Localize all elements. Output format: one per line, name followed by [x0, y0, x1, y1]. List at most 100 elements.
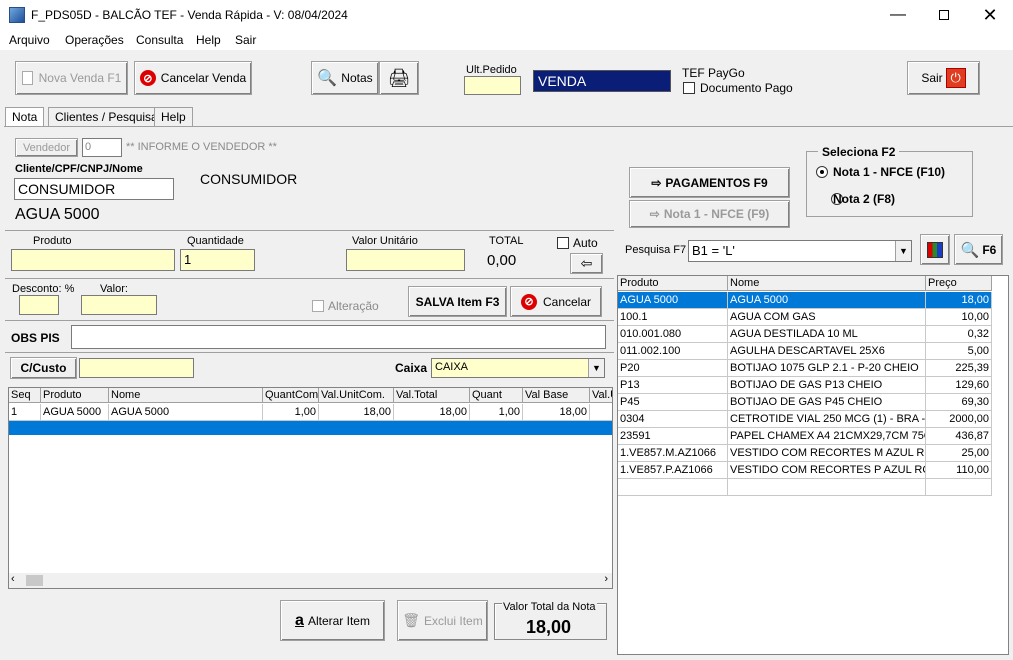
documento-pago-checkbox[interactable] — [683, 82, 695, 94]
vendedor-field[interactable]: 0 — [82, 138, 122, 157]
table-cell[interactable]: 18,00 — [926, 292, 992, 309]
table-cell[interactable]: 0304 — [618, 411, 728, 428]
table-cell[interactable]: VESTIDO COM RECORTES P AZUL RO — [728, 462, 926, 479]
table-cell-empty[interactable] — [728, 479, 926, 496]
table-cell[interactable]: 010.001.080 — [618, 326, 728, 343]
menu-arquivo[interactable]: Arquivo — [9, 33, 50, 47]
table-cell[interactable]: 011.002.100 — [618, 343, 728, 360]
scroll-thumb[interactable] — [26, 575, 43, 586]
table-cell[interactable]: P20 — [618, 360, 728, 377]
chevron-down-icon[interactable]: ▼ — [895, 241, 911, 261]
col-header-nome[interactable]: Nome — [109, 388, 263, 403]
cancelar-item-button[interactable]: ⊘ Cancelar — [510, 286, 602, 317]
valor-unitario-field[interactable] — [346, 249, 465, 271]
table-cell[interactable]: P13 — [618, 377, 728, 394]
caixa-select[interactable]: CAIXA ▼ — [431, 358, 605, 378]
print-button[interactable]: 🖨 — [379, 61, 419, 95]
close-button[interactable]: ✕ — [967, 0, 1013, 30]
cancelar-venda-button[interactable]: ⊘ Cancelar Venda — [134, 61, 252, 95]
nova-venda-button[interactable]: Nova Venda F1 — [15, 61, 128, 95]
table-row-selected[interactable] — [9, 421, 612, 435]
table-cell[interactable]: 10,00 — [926, 309, 992, 326]
table-cell[interactable]: PAPEL CHAMEX A4 21CMX29,7CM 75G — [728, 428, 926, 445]
alteracao-checkbox[interactable] — [312, 300, 324, 312]
table-cell[interactable]: AGUA COM GAS — [728, 309, 926, 326]
table-cell[interactable]: 25,00 — [926, 445, 992, 462]
table-cell[interactable]: 1.VE857.P.AZ1066 — [618, 462, 728, 479]
col-header-nome[interactable]: Nome — [728, 276, 926, 291]
col-header-valu[interactable]: Val.U — [590, 388, 612, 403]
auto-checkbox[interactable] — [557, 237, 569, 249]
table-cell[interactable]: BOTIJAO 1075 GLP 2.1 - P-20 CHEIO — [728, 360, 926, 377]
palette-button[interactable] — [920, 234, 950, 265]
horizontal-scrollbar[interactable]: ‹ › — [9, 573, 612, 588]
col-header-produto[interactable]: Produto — [41, 388, 109, 403]
table-cell[interactable]: 110,00 — [926, 462, 992, 479]
produto-field[interactable] — [11, 249, 175, 271]
table-cell[interactable]: AGUA 5000 — [618, 292, 728, 309]
notas-button[interactable]: 🔍 Notas — [311, 61, 379, 95]
tab-nota[interactable]: Nota — [5, 107, 45, 127]
col-header-seq[interactable]: Seq — [9, 388, 41, 403]
cliente-field[interactable]: CONSUMIDOR — [14, 178, 174, 200]
table-cell[interactable]: 5,00 — [926, 343, 992, 360]
valor-desconto-field[interactable] — [81, 295, 157, 315]
table-cell-empty[interactable] — [926, 479, 992, 496]
chevron-down-icon[interactable]: ▼ — [588, 359, 604, 377]
menu-operacoes[interactable]: Operações — [65, 33, 124, 47]
sair-button[interactable]: Sair ⏻ — [907, 61, 980, 95]
table-cell[interactable]: AGUA 5000 — [728, 292, 926, 309]
tab-clientes-pesquisa[interactable]: Clientes / Pesquisa — [48, 107, 165, 127]
salva-item-button[interactable]: SALVA Item F3 — [408, 286, 507, 317]
col-header-quant[interactable]: Quant — [470, 388, 523, 403]
scroll-right-icon[interactable]: › — [604, 573, 608, 585]
col-header-quantcom[interactable]: QuantCom — [263, 388, 319, 403]
table-cell[interactable]: VESTIDO COM RECORTES M AZUL RO — [728, 445, 926, 462]
pesquisa-select[interactable]: B1 = 'L' ▼ — [688, 240, 912, 262]
col-header-valbase[interactable]: Val Base — [523, 388, 590, 403]
table-cell[interactable]: BOTIJAO DE GAS P45 CHEIO — [728, 394, 926, 411]
maximize-button[interactable] — [921, 0, 967, 30]
table-cell[interactable]: CETROTIDE VIAL 250 MCG (1) - BRA - C — [728, 411, 926, 428]
table-cell[interactable]: 23591 — [618, 428, 728, 445]
desconto-field[interactable] — [19, 295, 59, 315]
tab-help[interactable]: Help — [154, 107, 193, 127]
c-custo-button[interactable]: C/Custo — [10, 357, 77, 379]
pagamentos-button[interactable]: ⇨ PAGAMENTOS F9 — [629, 167, 790, 198]
nota1-nfce-button[interactable]: ⇨ Nota 1 - NFCE (F9) — [629, 200, 790, 228]
obs-pis-field[interactable] — [71, 325, 606, 349]
menu-help[interactable]: Help — [196, 33, 221, 47]
ult-pedido-field[interactable] — [464, 76, 521, 95]
items-table[interactable]: Seq Produto Nome QuantCom Val.UnitCom. V… — [8, 387, 613, 589]
col-header-valtotal[interactable]: Val.Total — [394, 388, 470, 403]
table-cell[interactable]: 69,30 — [926, 394, 992, 411]
scroll-left-icon[interactable]: ‹ — [11, 573, 15, 585]
table-cell[interactable]: P45 — [618, 394, 728, 411]
table-cell[interactable]: 2000,00 — [926, 411, 992, 428]
table-cell[interactable]: 0,32 — [926, 326, 992, 343]
menu-sair[interactable]: Sair — [235, 33, 256, 47]
nota1-radio[interactable] — [816, 166, 828, 178]
table-cell[interactable]: 129,60 — [926, 377, 992, 394]
alterar-item-button[interactable]: a Alterar Item — [280, 600, 385, 641]
table-cell-empty[interactable] — [618, 479, 728, 496]
products-table[interactable]: Produto Nome Preço AGUA 5000 AGUA 5000 18,… — [617, 275, 1009, 655]
col-header-produto[interactable]: Produto — [618, 276, 728, 291]
col-header-valunitcom[interactable]: Val.UnitCom. — [319, 388, 394, 403]
back-arrow-button[interactable]: ⇦ — [570, 253, 603, 274]
table-cell[interactable]: AGUA DESTILADA 10 ML — [728, 326, 926, 343]
table-cell[interactable]: 100.1 — [618, 309, 728, 326]
menu-consulta[interactable]: Consulta — [136, 33, 183, 47]
col-header-preco[interactable]: Preço — [926, 276, 992, 291]
f6-search-button[interactable]: 🔍 F6 — [954, 234, 1003, 265]
table-cell[interactable]: BOTIJAO DE GAS P13 CHEIO — [728, 377, 926, 394]
table-cell[interactable]: AGULHA DESCARTAVEL 25X6 — [728, 343, 926, 360]
quantidade-field[interactable]: 1 — [180, 249, 255, 271]
c-custo-field[interactable] — [79, 358, 194, 378]
table-cell[interactable]: 1.VE857.M.AZ1066 — [618, 445, 728, 462]
vendedor-button[interactable]: Vendedor — [15, 138, 78, 157]
minimize-button[interactable]: — — [875, 0, 921, 30]
table-cell[interactable]: 436,87 — [926, 428, 992, 445]
table-cell[interactable]: 225,39 — [926, 360, 992, 377]
excluir-item-button[interactable]: 🗑 Exclui Item — [397, 600, 488, 641]
